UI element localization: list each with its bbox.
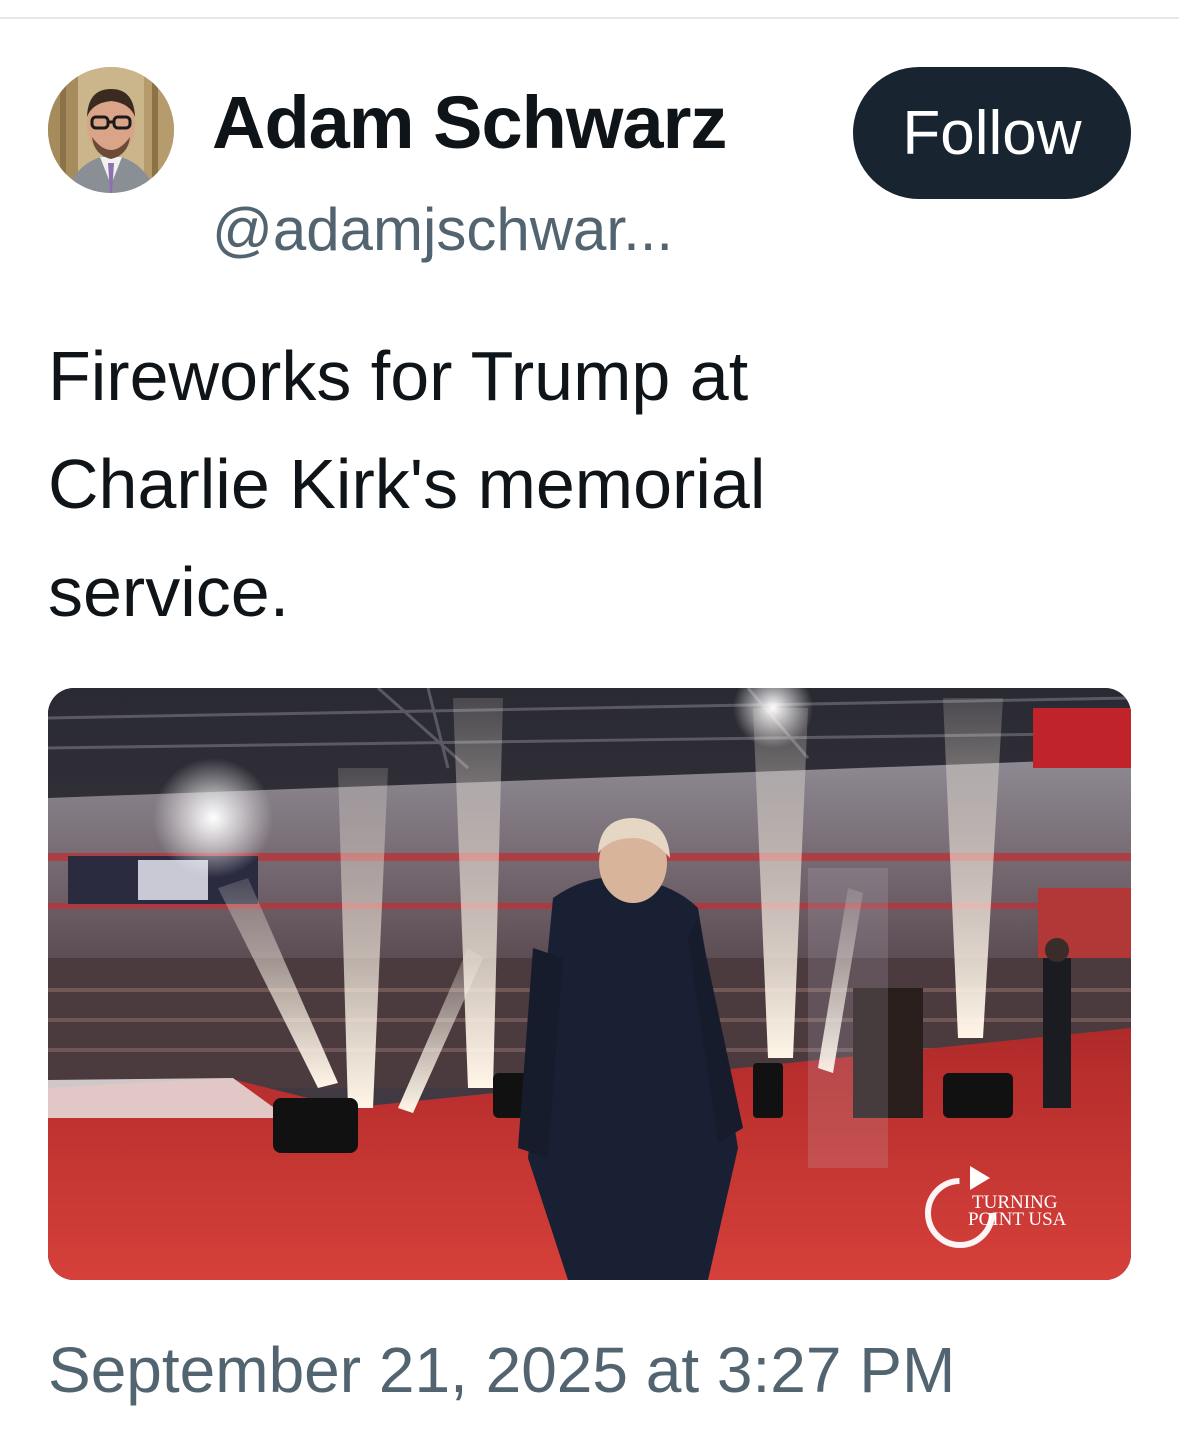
tweet-text: Fireworks for Trump at Charlie Kirk's me…: [48, 322, 1138, 646]
avatar[interactable]: [48, 67, 174, 193]
tweet-text-line: Charlie Kirk's memorial: [48, 445, 766, 523]
avatar-image: [48, 67, 174, 193]
tweet-text-line: Fireworks for Trump at: [48, 337, 749, 415]
tweet-timestamp[interactable]: September 21, 2025 at 3:27 PM: [48, 1330, 955, 1410]
arena-photo: TURNING POINT USA: [48, 688, 1131, 1280]
tweet-header: Adam Schwarz @adamjschwar... Follow: [0, 0, 1179, 280]
tweet-media-image[interactable]: TURNING POINT USA: [48, 688, 1131, 1280]
user-handle[interactable]: @adamjschwar...: [212, 190, 673, 270]
tweet-text-line: service.: [48, 553, 290, 631]
watermark-line2: POINT USA: [968, 1209, 1067, 1230]
follow-button[interactable]: Follow: [853, 67, 1131, 199]
display-name[interactable]: Adam Schwarz: [212, 78, 727, 168]
